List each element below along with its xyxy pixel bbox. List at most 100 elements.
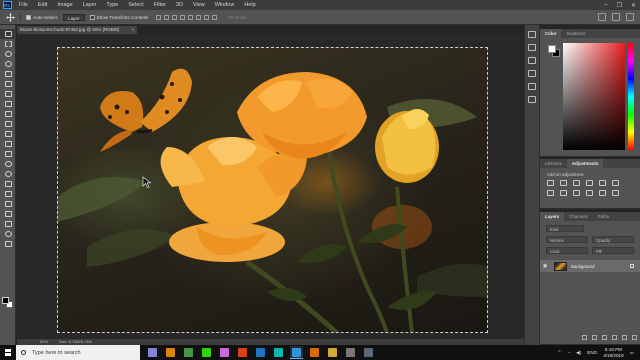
eyedropper-tool-icon[interactable]: [0, 89, 16, 99]
layer-row-background[interactable]: ◉ Background: [540, 260, 640, 272]
menu-type[interactable]: Type: [101, 2, 123, 8]
transform-controls-option[interactable]: Show Transform Controls: [89, 14, 148, 20]
link-layers-icon[interactable]: [582, 335, 587, 340]
tab-channels[interactable]: Channels: [564, 212, 593, 221]
clone-stamp-tool-icon[interactable]: [0, 119, 16, 129]
fill-field[interactable]: Fill:: [592, 247, 634, 254]
visibility-eye-icon[interactable]: ◉: [540, 263, 550, 269]
auto-select-value[interactable]: Layer: [63, 13, 85, 21]
distribute-icon[interactable]: [204, 14, 210, 20]
crop-tool-icon[interactable]: [0, 69, 16, 79]
align-right-icon[interactable]: [196, 14, 202, 20]
auto-select-option[interactable]: Auto-Select:: [26, 14, 58, 20]
move-tool-preset-icon[interactable]: [6, 12, 15, 22]
history-brush-tool-icon[interactable]: [0, 129, 16, 139]
pen-tool-icon[interactable]: [0, 179, 16, 189]
menu-layer[interactable]: Layer: [78, 2, 102, 8]
move-tool-icon[interactable]: [0, 29, 16, 39]
brightness-icon[interactable]: [547, 180, 554, 186]
hue-slider[interactable]: [628, 43, 634, 150]
adjustment-layer-icon[interactable]: [612, 335, 617, 340]
color-balance-icon[interactable]: [547, 190, 554, 196]
paragraph-panel-icon[interactable]: [528, 83, 536, 90]
align-middle-icon[interactable]: [164, 14, 170, 20]
zoom-tool-icon[interactable]: [0, 229, 16, 239]
levels-icon[interactable]: [560, 180, 567, 186]
type-tool-icon[interactable]: [0, 189, 16, 199]
foreground-color-swatch[interactable]: [548, 45, 556, 53]
menu-filter[interactable]: Filter: [149, 2, 171, 8]
zoom-level[interactable]: 50%: [40, 339, 48, 344]
blend-mode-dropdown[interactable]: Normal: [546, 236, 588, 243]
taskbar-thumbnail-1-icon[interactable]: [344, 346, 357, 359]
auto-select-dropdown[interactable]: Layer: [63, 13, 85, 21]
close-button[interactable]: ✕: [631, 2, 636, 9]
gradient-tool-icon[interactable]: [0, 149, 16, 159]
tab-layers[interactable]: Layers: [540, 212, 565, 221]
tab-libraries[interactable]: Libraries: [540, 159, 567, 168]
taskbar-search-box[interactable]: Type here to search: [16, 345, 140, 360]
network-icon[interactable]: ◔: [567, 350, 570, 355]
menu-edit[interactable]: Edit: [33, 2, 52, 8]
more-tools-icon[interactable]: [0, 239, 16, 249]
quick-select-tool-icon[interactable]: [0, 59, 16, 69]
distribute-horizontal-icon[interactable]: [212, 14, 218, 20]
taskbar-chrome-icon[interactable]: [182, 346, 195, 359]
show-hidden-icons-icon[interactable]: ⌃: [557, 350, 561, 356]
taskbar-dreamweaver-icon[interactable]: [200, 346, 213, 359]
blur-tool-icon[interactable]: [0, 159, 16, 169]
frame-tool-icon[interactable]: [0, 79, 16, 89]
lock-options[interactable]: Lock:: [546, 247, 588, 254]
notifications-icon[interactable]: ▭: [630, 350, 634, 356]
menu-window[interactable]: Window: [210, 2, 240, 8]
image-canvas[interactable]: [57, 47, 488, 333]
tab-paths[interactable]: Paths: [593, 212, 614, 221]
auto-select-checkbox[interactable]: [26, 14, 31, 20]
taskbar-media-player-icon[interactable]: [308, 346, 321, 359]
align-left-icon[interactable]: [180, 14, 186, 20]
channel-mixer-icon[interactable]: [586, 190, 593, 196]
properties-panel-icon[interactable]: [528, 44, 536, 51]
clock[interactable]: 5:19 PM 4/19/2019: [603, 347, 623, 358]
photo-filter-icon[interactable]: [573, 190, 580, 196]
taskbar-animate-icon[interactable]: [236, 346, 249, 359]
info-panel-icon[interactable]: [528, 96, 536, 103]
invert-icon[interactable]: [612, 190, 619, 196]
taskbar-premiere-icon[interactable]: [218, 346, 231, 359]
exposure-icon[interactable]: [586, 180, 593, 186]
align-bottom-icon[interactable]: [172, 14, 178, 20]
search-icon[interactable]: [598, 13, 606, 21]
rectangle-tool-icon[interactable]: [0, 209, 16, 219]
taskbar-after-effects-icon[interactable]: [146, 346, 159, 359]
taskbar-thumbnail-2-icon[interactable]: [362, 346, 375, 359]
opacity-field[interactable]: Opacity:: [592, 236, 634, 243]
document-tab[interactable]: bloom-blossoms-buds-87452.jpg @ 50% (RGB…: [17, 26, 137, 34]
taskbar-photoshop-icon[interactable]: [290, 346, 303, 359]
color-picker-field[interactable]: [563, 43, 625, 150]
share-icon[interactable]: [626, 13, 634, 21]
layer-style-icon[interactable]: [592, 335, 597, 340]
menu-image[interactable]: Image: [52, 2, 77, 8]
hand-tool-icon[interactable]: [0, 219, 16, 229]
align-top-icon[interactable]: [156, 14, 162, 20]
volume-icon[interactable]: ◀): [576, 350, 581, 356]
hue-saturation-icon[interactable]: [612, 180, 619, 186]
marquee-tool-icon[interactable]: [0, 39, 16, 49]
menu-file[interactable]: File: [14, 2, 33, 8]
new-layer-icon[interactable]: [632, 335, 637, 340]
menu-help[interactable]: Help: [239, 2, 260, 8]
color-lookup-icon[interactable]: [599, 190, 606, 196]
menu-3d[interactable]: 3D: [171, 2, 188, 8]
history-panel-icon[interactable]: [528, 31, 536, 38]
transform-controls-checkbox[interactable]: [89, 14, 95, 20]
maximize-button[interactable]: ❐: [617, 2, 622, 9]
taskbar-illustrator-icon[interactable]: [164, 346, 177, 359]
path-selection-tool-icon[interactable]: [0, 199, 16, 209]
language-indicator[interactable]: ENG: [587, 350, 597, 355]
dodge-tool-icon[interactable]: [0, 169, 16, 179]
layer-kind-filter[interactable]: Kind: [546, 225, 584, 232]
brush-settings-icon[interactable]: [528, 57, 536, 64]
black-white-icon[interactable]: [560, 190, 567, 196]
taskbar-file-explorer-icon[interactable]: [326, 346, 339, 359]
menu-select[interactable]: Select: [123, 2, 148, 8]
